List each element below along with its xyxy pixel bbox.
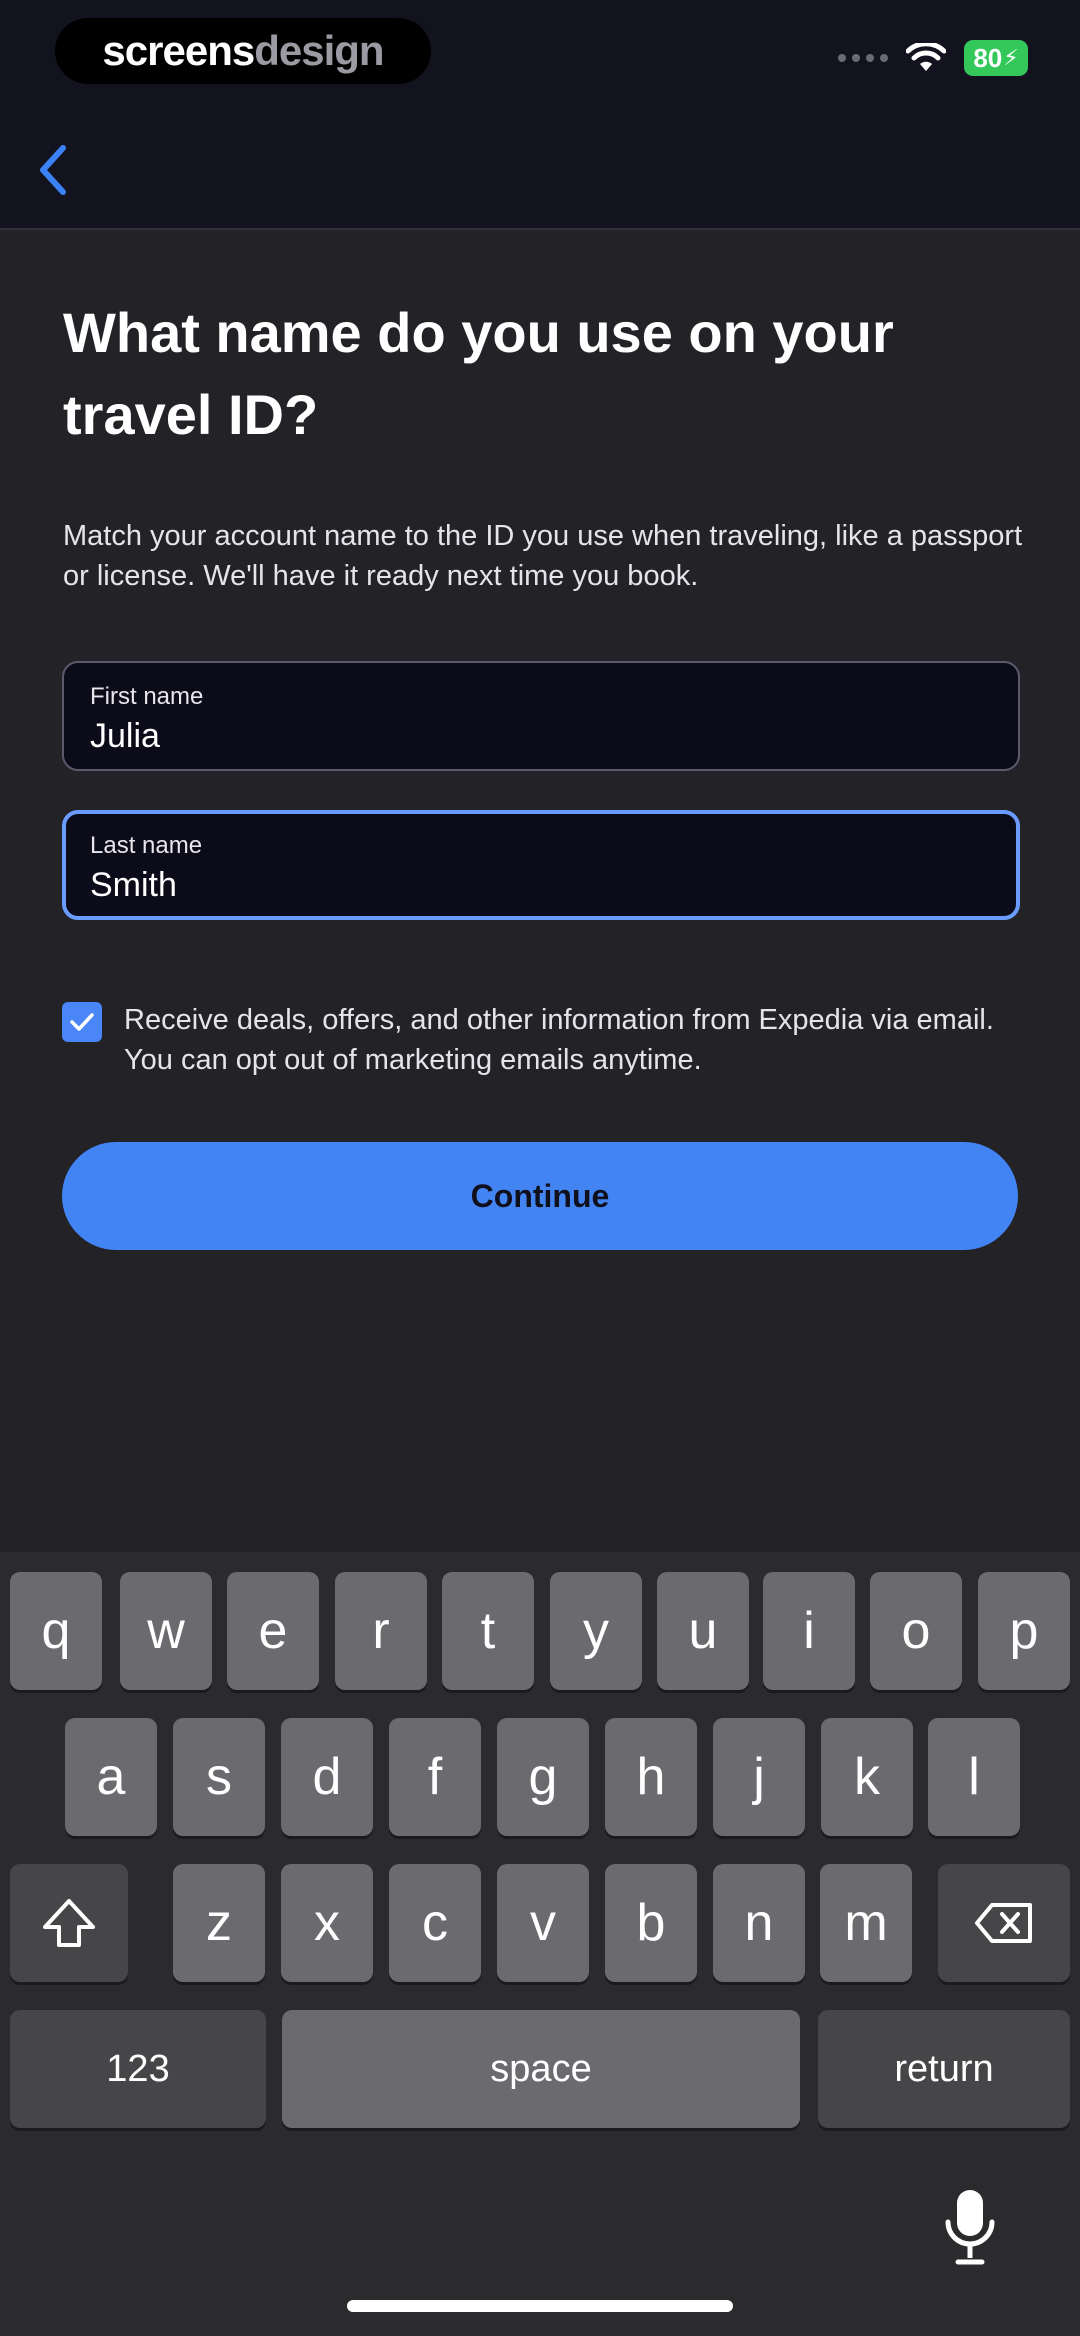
- key-h[interactable]: h: [605, 1718, 697, 1836]
- key-a[interactable]: a: [65, 1718, 157, 1836]
- key-p[interactable]: p: [978, 1572, 1070, 1690]
- brand-text-secondary: design: [254, 27, 384, 74]
- key-w[interactable]: w: [120, 1572, 212, 1690]
- checkmark-icon: [70, 1013, 94, 1031]
- last-name-value[interactable]: Smith: [90, 866, 177, 905]
- key-m[interactable]: m: [820, 1864, 912, 1982]
- key-d[interactable]: d: [281, 1718, 373, 1836]
- microphone-icon[interactable]: [940, 2186, 1000, 2270]
- key-k[interactable]: k: [821, 1718, 913, 1836]
- last-name-field[interactable]: Last name Smith: [62, 810, 1020, 920]
- backspace-icon: [975, 1903, 1032, 1943]
- battery-icon: 80 ⚡: [964, 40, 1028, 76]
- key-y[interactable]: y: [550, 1572, 642, 1690]
- key-l[interactable]: l: [928, 1718, 1020, 1836]
- return-key[interactable]: return: [818, 2010, 1070, 2128]
- back-button[interactable]: [28, 140, 76, 200]
- page-title: What name do you use on your travel ID?: [63, 301, 894, 446]
- home-indicator: [347, 2300, 733, 2312]
- battery-level: 80: [973, 42, 1003, 73]
- first-name-label: First name: [90, 683, 204, 710]
- key-x[interactable]: x: [281, 1864, 373, 1982]
- key-b[interactable]: b: [605, 1864, 697, 1982]
- brand-watermark: screens design: [55, 18, 431, 84]
- first-name-field[interactable]: First name Julia: [62, 661, 1020, 771]
- status-bar: 80 ⚡: [838, 38, 1028, 78]
- shift-key[interactable]: [10, 1864, 128, 1982]
- marketing-consent-checkbox[interactable]: [62, 1002, 102, 1042]
- page-description: Match your account name to the ID you us…: [63, 520, 1023, 592]
- shift-icon: [43, 1899, 95, 1947]
- marketing-consent: Receive deals, offers, and other informa…: [62, 1000, 1022, 1080]
- brand-text-primary: screens: [102, 27, 255, 74]
- key-g[interactable]: g: [497, 1718, 589, 1836]
- last-name-label: Last name: [90, 832, 203, 859]
- numbers-key[interactable]: 123: [10, 2010, 266, 2128]
- key-r[interactable]: r: [335, 1572, 427, 1690]
- key-o[interactable]: o: [870, 1572, 962, 1690]
- signal-icon: [838, 54, 888, 62]
- key-f[interactable]: f: [389, 1718, 481, 1836]
- key-j[interactable]: j: [713, 1718, 805, 1836]
- continue-button[interactable]: Continue: [62, 1142, 1018, 1250]
- marketing-consent-text: Receive deals, offers, and other informa…: [124, 1004, 994, 1076]
- key-e[interactable]: e: [227, 1572, 319, 1690]
- space-key[interactable]: space: [282, 2010, 800, 2128]
- key-c[interactable]: c: [389, 1864, 481, 1982]
- key-u[interactable]: u: [657, 1572, 749, 1690]
- key-z[interactable]: z: [173, 1864, 265, 1982]
- key-v[interactable]: v: [497, 1864, 589, 1982]
- chevron-left-icon: [40, 145, 66, 195]
- key-n[interactable]: n: [713, 1864, 805, 1982]
- top-bar: screens design 80 ⚡: [0, 0, 1080, 230]
- key-t[interactable]: t: [442, 1572, 534, 1690]
- key-s[interactable]: s: [173, 1718, 265, 1836]
- wifi-icon: [906, 43, 946, 71]
- backspace-key[interactable]: [938, 1864, 1070, 1982]
- key-i[interactable]: i: [763, 1572, 855, 1690]
- first-name-value[interactable]: Julia: [90, 717, 160, 756]
- key-q[interactable]: q: [10, 1572, 102, 1690]
